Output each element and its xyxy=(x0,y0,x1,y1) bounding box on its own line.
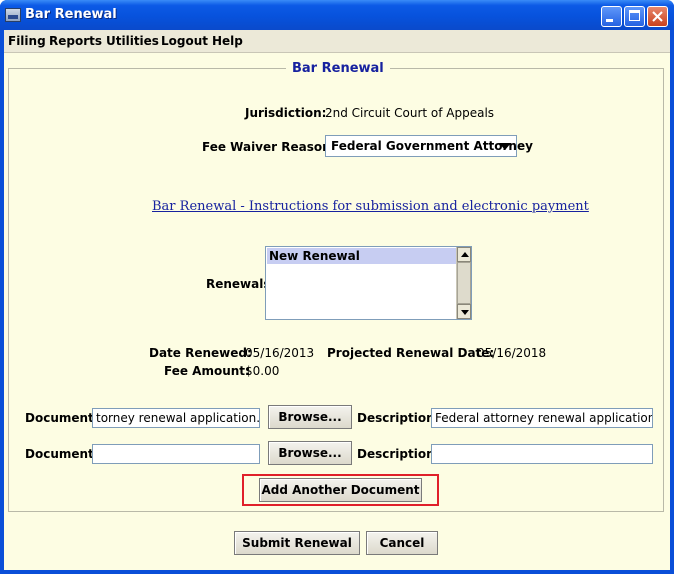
scroll-up-button[interactable] xyxy=(457,247,471,262)
arrow-up-icon xyxy=(461,252,469,257)
cancel-button[interactable]: Cancel xyxy=(366,531,438,555)
close-button[interactable] xyxy=(647,6,668,27)
jurisdiction-label: Jurisdiction: xyxy=(245,106,327,120)
renewals-scrollbar[interactable] xyxy=(456,247,471,319)
document-label: Document: xyxy=(25,447,99,461)
renewals-label: Renewals xyxy=(206,277,271,291)
arrow-down-icon xyxy=(461,310,469,315)
document-field[interactable]: torney renewal application.pdf xyxy=(92,408,260,428)
maximize-icon xyxy=(629,10,640,21)
menu-filing[interactable]: Filing xyxy=(8,34,46,48)
minimize-button[interactable] xyxy=(601,6,622,27)
fee-amount-value: $0.00 xyxy=(245,364,280,378)
menu-reports[interactable]: Reports xyxy=(49,34,102,48)
description-field[interactable] xyxy=(431,444,653,464)
close-icon xyxy=(652,11,663,22)
description-field[interactable]: Federal attorney renewal application xyxy=(431,408,653,428)
app-icon xyxy=(5,8,21,22)
list-item[interactable]: New Renewal xyxy=(267,248,456,264)
menu-logout[interactable]: Logout xyxy=(161,34,208,48)
description-label: Description: xyxy=(357,411,440,425)
title-bar[interactable]: Bar Renewal xyxy=(0,0,674,30)
renewals-list[interactable]: New Renewal xyxy=(265,246,472,320)
instructions-link[interactable]: Bar Renewal - Instructions for submissio… xyxy=(152,199,589,214)
add-another-document-button[interactable]: Add Another Document xyxy=(259,478,422,502)
submit-renewal-button[interactable]: Submit Renewal xyxy=(234,531,360,555)
menu-utilities[interactable]: Utilities xyxy=(106,34,159,48)
browse-button[interactable]: Browse... xyxy=(268,405,352,429)
scroll-down-button[interactable] xyxy=(457,304,471,319)
projected-renewal-label: Projected Renewal Date: xyxy=(327,346,495,360)
date-renewed-label: Date Renewed: xyxy=(149,346,252,360)
scroll-thumb[interactable] xyxy=(457,262,471,304)
menu-help[interactable]: Help xyxy=(212,34,243,48)
document-field[interactable] xyxy=(92,444,260,464)
jurisdiction-value: 2nd Circuit Court of Appeals xyxy=(325,106,495,120)
document-label: Document: xyxy=(25,411,99,425)
fee-waiver-label: Fee Waiver Reason: xyxy=(202,140,336,154)
minimize-icon xyxy=(606,19,613,22)
fee-amount-label: Fee Amount: xyxy=(164,364,250,378)
panel-title: Bar Renewal xyxy=(286,61,390,76)
menu-bar: Filing Reports Utilities Logout Help xyxy=(4,30,670,53)
window-title: Bar Renewal xyxy=(25,7,117,22)
application-window: Bar Renewal Filing Reports Utilities Log… xyxy=(0,0,674,574)
maximize-button[interactable] xyxy=(624,6,645,27)
projected-renewal-value: 05/16/2018 xyxy=(477,346,547,360)
browse-button[interactable]: Browse... xyxy=(268,441,352,465)
description-label: Description: xyxy=(357,447,440,461)
content-area: Bar Renewal Jurisdiction: 2nd Circuit Co… xyxy=(4,53,670,570)
fee-waiver-select[interactable]: Federal Government Attorney xyxy=(325,135,533,157)
chevron-down-icon[interactable] xyxy=(499,143,511,150)
date-renewed-value: 05/16/2013 xyxy=(245,346,315,360)
